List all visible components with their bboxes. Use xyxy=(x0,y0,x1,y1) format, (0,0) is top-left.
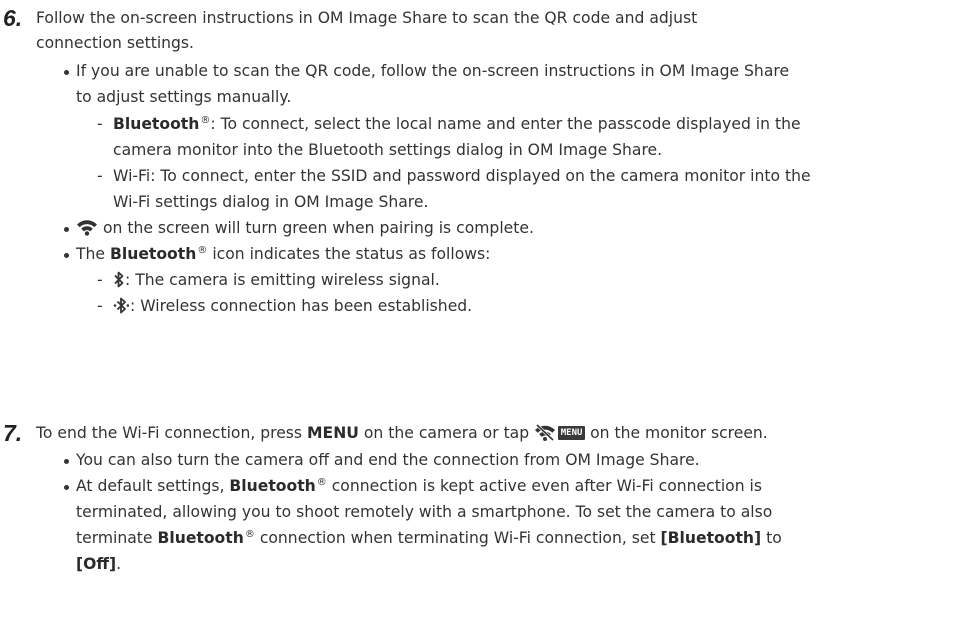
menu-word: MENU xyxy=(307,424,359,442)
dash-marker: - xyxy=(97,167,103,185)
bullet-text-pre: terminate xyxy=(76,529,153,547)
sub-item-text-rest: : To connect, select the local name and … xyxy=(210,115,801,133)
step-text-post: on the monitor screen. xyxy=(590,424,768,442)
bluetooth-term: Bluetooth xyxy=(109,245,197,263)
menu-badge-icon: MENU xyxy=(558,426,586,440)
setting-value: [Off] xyxy=(76,555,117,573)
sub-item-text: Wi-Fi: To connect, enter the SSID and pa… xyxy=(113,167,811,185)
step-number: 7. xyxy=(3,420,23,446)
menu-badge-label: MENU xyxy=(560,428,583,438)
sub-item-text: : Wireless connection has been establish… xyxy=(113,294,472,323)
bullet-text: to adjust settings manually. xyxy=(76,88,292,106)
step-text-line: Follow the on-screen instructions in OM … xyxy=(36,9,698,27)
wifi-off-icon xyxy=(534,423,556,450)
bluetooth-icon xyxy=(113,271,125,297)
bullet-text: terminated, allowing you to shoot remote… xyxy=(76,503,773,521)
step-text-line: connection settings. xyxy=(36,34,195,52)
bullet-dot xyxy=(64,70,69,75)
sub-item-text: camera monitor into the Bluetooth settin… xyxy=(113,141,663,159)
dash-marker: - xyxy=(97,115,103,133)
bullet-text-rest: on the screen will turn green when pairi… xyxy=(102,219,534,237)
bullet-text-prefix: The xyxy=(76,245,106,263)
step-text-mid: on the camera or tap xyxy=(363,424,530,442)
registered-mark: ® xyxy=(244,529,255,540)
bullet-text: [Off]. xyxy=(76,552,121,578)
bullet-text: If you are unable to scan the QR code, f… xyxy=(76,62,790,80)
bullet-text-to: to xyxy=(766,529,782,547)
step-number: 6. xyxy=(3,5,23,31)
sub-item-text: : The camera is emitting wireless signal… xyxy=(113,268,440,297)
bullet-dot xyxy=(64,459,69,464)
bullet-text: on the screen will turn green when pairi… xyxy=(76,216,534,245)
bluetooth-connected-icon xyxy=(113,297,130,323)
step-text-line: To end the Wi-Fi connection, press MENU … xyxy=(36,421,768,450)
bullet-text: At default settings, Bluetooth® connecti… xyxy=(76,474,762,500)
registered-mark: ® xyxy=(316,477,327,488)
bullet-text-pre: At default settings, xyxy=(76,477,225,495)
bullet-text: You can also turn the camera off and end… xyxy=(76,451,700,469)
bluetooth-term: Bluetooth xyxy=(113,115,200,133)
bluetooth-term: Bluetooth xyxy=(157,529,244,547)
bullet-text: terminate Bluetooth® connection when ter… xyxy=(76,526,782,552)
sub-item-text-rest: : Wireless connection has been establish… xyxy=(130,297,473,315)
sub-item-text: Wi-Fi settings dialog in OM Image Share. xyxy=(113,193,429,211)
bullet-dot xyxy=(64,227,69,232)
sub-item-text: Bluetooth®: To connect, select the local… xyxy=(113,112,801,138)
bullet-dot xyxy=(64,253,69,258)
bullet-dot xyxy=(64,485,69,490)
period: . xyxy=(116,555,122,573)
registered-mark: ® xyxy=(197,245,208,256)
bullet-text-rest: icon indicates the status as follows: xyxy=(212,245,491,263)
dash-marker: - xyxy=(97,271,103,289)
bullet-text-post: connection when terminating Wi-Fi connec… xyxy=(259,529,656,547)
step-text-pre: To end the Wi-Fi connection, press xyxy=(36,424,303,442)
bluetooth-term: Bluetooth xyxy=(229,477,316,495)
bullet-text-post: connection is kept active even after Wi-… xyxy=(331,477,763,495)
dash-marker: - xyxy=(97,297,103,315)
sub-item-text-rest: : The camera is emitting wireless signal… xyxy=(125,271,440,289)
registered-mark: ® xyxy=(200,115,211,126)
bullet-text: The Bluetooth® icon indicates the status… xyxy=(76,242,490,268)
setting-name: [Bluetooth] xyxy=(660,529,762,547)
wifi-icon xyxy=(76,218,98,245)
